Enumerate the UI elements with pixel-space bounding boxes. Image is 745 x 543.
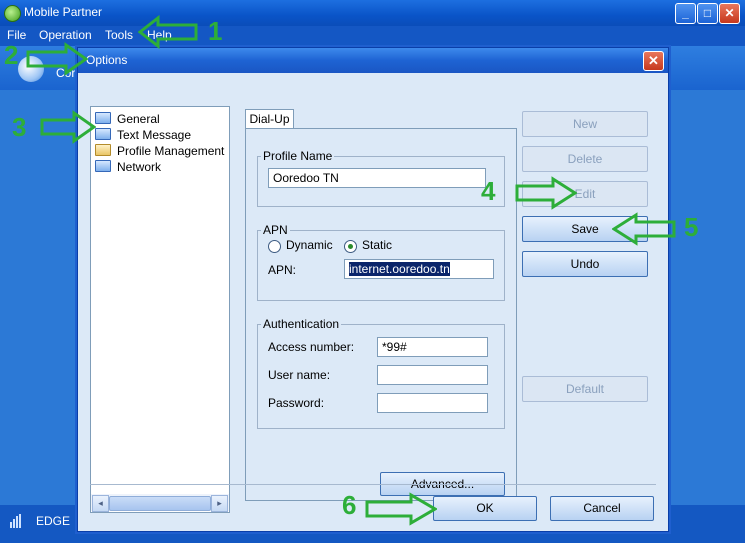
title-bar: Mobile Partner _ □ ✕: [0, 0, 745, 26]
dial-up-panel: Profile Name APN Dynamic Static APN: int…: [245, 128, 517, 501]
minimize-button[interactable]: _: [675, 3, 696, 24]
tab-dial-up[interactable]: Dial-Up: [245, 109, 294, 129]
menu-tools[interactable]: Tools: [105, 28, 133, 42]
apn-dynamic-radio[interactable]: [268, 240, 281, 253]
annotation-number-1: 1: [208, 16, 223, 46]
apn-value: internet.ooredoo.tn: [349, 262, 450, 276]
scroll-thumb[interactable]: [109, 496, 211, 511]
open-folder-icon: [95, 144, 111, 156]
access-number-label: Access number:: [268, 340, 355, 354]
tree-item-label: Network: [117, 160, 162, 174]
tree-horizontal-scrollbar[interactable]: ◂ ▸: [91, 494, 229, 512]
app-logo-icon: [4, 5, 21, 22]
authentication-legend: Authentication: [263, 317, 340, 331]
profile-name-legend: Profile Name: [263, 149, 333, 163]
access-number-input[interactable]: [377, 337, 488, 357]
user-name-label: User name:: [268, 368, 331, 382]
dialog-title: Options: [86, 53, 128, 67]
menu-bar: File Operation Tools Help: [0, 26, 745, 46]
signal-strength-icon: [10, 514, 21, 528]
folder-icon: [95, 112, 111, 124]
apn-static-label: Static: [362, 238, 393, 252]
annotation-arrow-1: [138, 14, 198, 50]
annotation-arrow-6: [365, 492, 437, 526]
authentication-group: Authentication Access number: User name:…: [257, 317, 505, 429]
options-dialog: Options ✕ General Text Message Profile M…: [77, 47, 669, 532]
annotation-number-6: 6: [342, 490, 357, 520]
tree-item-profile-management[interactable]: Profile Management: [95, 144, 224, 160]
maximize-button[interactable]: □: [697, 3, 718, 24]
delete-button[interactable]: Delete: [522, 146, 648, 172]
apn-static-radio[interactable]: [344, 240, 357, 253]
cancel-button[interactable]: Cancel: [550, 496, 654, 521]
dialog-divider: [90, 484, 656, 485]
annotation-arrow-3: [40, 110, 96, 144]
ok-button[interactable]: OK: [433, 496, 537, 521]
folder-icon: [95, 128, 111, 140]
annotation-arrow-4: [515, 176, 577, 210]
scroll-left-icon[interactable]: ◂: [92, 495, 109, 512]
network-type-label: EDGE: [36, 514, 71, 528]
apn-input[interactable]: internet.ooredoo.tn: [344, 259, 494, 279]
profile-name-group: Profile Name: [257, 149, 505, 207]
options-tree: General Text Message Profile Management …: [90, 106, 230, 513]
menu-operation[interactable]: Operation: [39, 28, 92, 42]
undo-button[interactable]: Undo: [522, 251, 648, 277]
tree-item-general[interactable]: General: [95, 112, 160, 128]
dialog-close-button[interactable]: ✕: [643, 51, 664, 71]
tree-item-text-message[interactable]: Text Message: [95, 128, 191, 144]
tree-item-network[interactable]: Network: [95, 160, 161, 176]
tree-item-label: Profile Management: [117, 144, 225, 158]
annotation-number-3: 3: [12, 112, 27, 142]
scroll-right-icon[interactable]: ▸: [211, 495, 228, 512]
tree-item-label: Text Message: [117, 128, 192, 142]
annotation-number-5: 5: [684, 212, 699, 242]
new-button[interactable]: New: [522, 111, 648, 137]
dialog-body: General Text Message Profile Management …: [78, 73, 668, 531]
annotation-number-2: 2: [4, 40, 19, 70]
app-title: Mobile Partner: [24, 5, 103, 19]
close-button[interactable]: ✕: [719, 3, 740, 24]
apn-field-label: APN:: [268, 263, 297, 277]
apn-group: APN Dynamic Static APN: internet.ooredoo…: [257, 223, 505, 301]
apn-dynamic-label: Dynamic: [286, 238, 333, 252]
apn-legend: APN: [263, 223, 288, 237]
password-input[interactable]: [377, 393, 488, 413]
user-name-input[interactable]: [377, 365, 488, 385]
tree-item-label: General: [117, 112, 160, 126]
annotation-arrow-5: [612, 212, 676, 246]
folder-icon: [95, 160, 111, 172]
default-button[interactable]: Default: [522, 376, 648, 402]
password-label: Password:: [268, 396, 325, 410]
profile-name-input[interactable]: [268, 168, 486, 188]
annotation-number-4: 4: [481, 176, 496, 206]
annotation-arrow-2: [26, 42, 88, 76]
dialog-title-bar: Options ✕: [78, 48, 668, 73]
